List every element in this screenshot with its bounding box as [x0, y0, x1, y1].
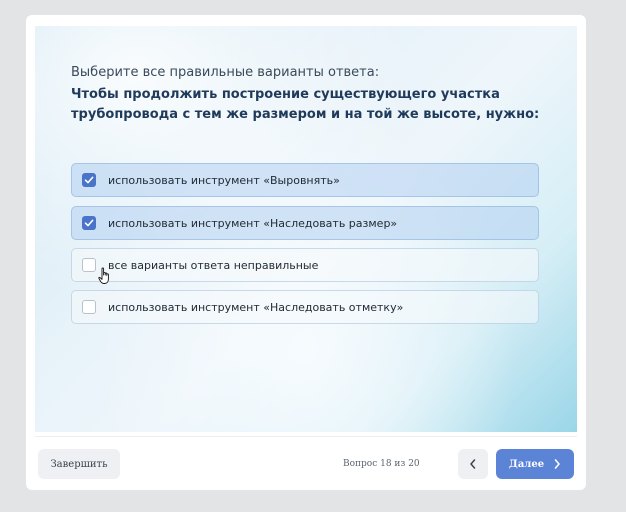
quiz-card: Выберите все правильные варианты ответа:… — [26, 15, 586, 490]
hand-pointer-icon — [98, 267, 109, 284]
chevron-left-icon — [470, 459, 476, 469]
question-text: Чтобы продолжить построение существующег… — [71, 87, 540, 122]
checkbox-unchecked[interactable] — [82, 258, 96, 272]
question-panel: Выберите все правильные варианты ответа:… — [35, 26, 577, 432]
footer-divider — [35, 436, 577, 437]
previous-button[interactable] — [458, 449, 488, 479]
answer-option-3[interactable]: все варианты ответа неправильные — [71, 248, 539, 282]
next-button[interactable]: Далее — [496, 449, 574, 479]
checkbox-checked[interactable] — [82, 173, 96, 187]
instruction-text: Выберите все правильные варианты ответа: — [71, 65, 380, 80]
chevron-right-icon — [554, 459, 560, 469]
answer-option-2[interactable]: использовать инструмент «Наследовать раз… — [71, 206, 539, 240]
next-button-label: Далее — [508, 458, 545, 470]
checkbox-checked[interactable] — [82, 216, 96, 230]
finish-button[interactable]: Завершить — [38, 449, 120, 479]
check-icon — [84, 219, 94, 227]
answer-option-label: все варианты ответа неправильные — [108, 258, 319, 272]
check-icon — [84, 176, 94, 184]
question-progress: Вопрос 18 из 20 — [343, 459, 420, 469]
answer-option-label: использовать инструмент «Наследовать раз… — [108, 216, 398, 230]
answer-option-1[interactable]: использовать инструмент «Выровнять» — [71, 163, 539, 197]
answer-option-4[interactable]: использовать инструмент «Наследовать отм… — [71, 290, 539, 324]
answer-option-label: использовать инструмент «Наследовать отм… — [108, 300, 404, 314]
checkbox-unchecked[interactable] — [82, 300, 96, 314]
answer-option-label: использовать инструмент «Выровнять» — [108, 173, 340, 187]
